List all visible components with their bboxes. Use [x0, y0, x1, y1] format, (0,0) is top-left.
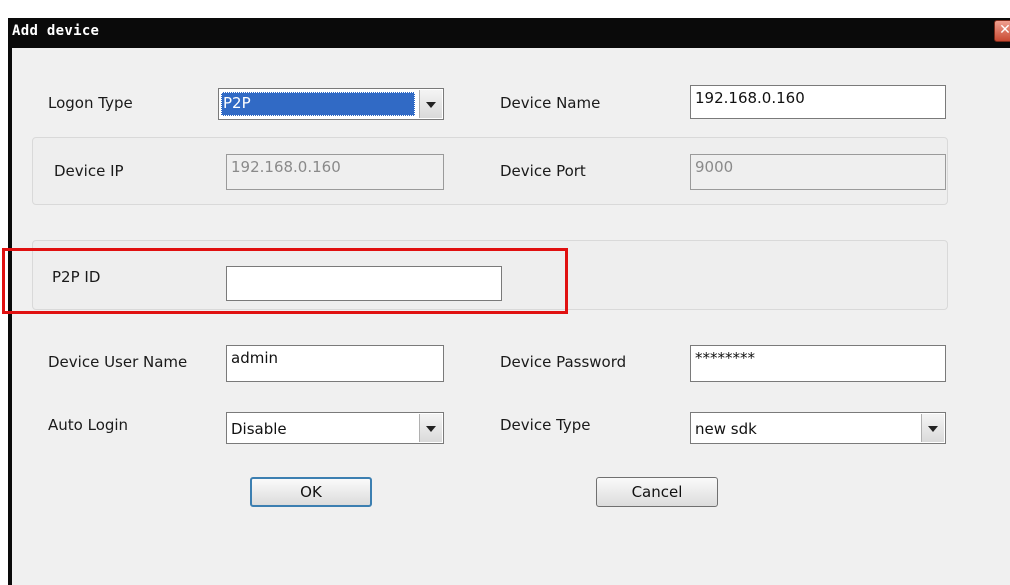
- chevron-down-icon[interactable]: [419, 414, 442, 442]
- user-name-label: Device User Name: [48, 353, 188, 371]
- device-type-select[interactable]: new sdk: [690, 412, 946, 444]
- logon-type-select[interactable]: P2P: [218, 88, 444, 120]
- close-icon[interactable]: ✕: [994, 20, 1010, 42]
- device-name-input[interactable]: 192.168.0.160: [690, 85, 946, 119]
- device-port-input[interactable]: 9000: [690, 154, 946, 190]
- title-bar[interactable]: Add device ✕: [8, 18, 1010, 48]
- device-port-label: Device Port: [500, 162, 586, 180]
- highlight-box: [2, 248, 568, 314]
- auto-login-label: Auto Login: [48, 416, 129, 434]
- device-ip-label: Device IP: [54, 162, 124, 180]
- chevron-down-icon[interactable]: [921, 414, 944, 442]
- auto-login-select[interactable]: Disable: [226, 412, 444, 444]
- logon-type-value: P2P: [221, 92, 415, 116]
- device-name-label: Device Name: [500, 94, 601, 112]
- device-type-label: Device Type: [500, 416, 591, 434]
- password-input[interactable]: ********: [690, 345, 946, 382]
- device-ip-input[interactable]: 192.168.0.160: [226, 154, 444, 190]
- logon-type-label: Logon Type: [48, 94, 133, 112]
- device-type-value: new sdk: [695, 420, 757, 438]
- auto-login-value: Disable: [231, 420, 287, 438]
- user-name-input[interactable]: admin: [226, 345, 444, 382]
- add-device-dialog: Add device ✕ Logon Type P2P Device Name …: [0, 0, 1010, 585]
- cancel-button[interactable]: Cancel: [596, 477, 718, 507]
- window-title: Add device: [12, 23, 100, 39]
- ok-button[interactable]: OK: [250, 477, 372, 507]
- password-label: Device Password: [500, 353, 627, 371]
- dialog-body: Logon Type P2P Device Name 192.168.0.160…: [12, 48, 1010, 585]
- chevron-down-icon[interactable]: [419, 90, 442, 118]
